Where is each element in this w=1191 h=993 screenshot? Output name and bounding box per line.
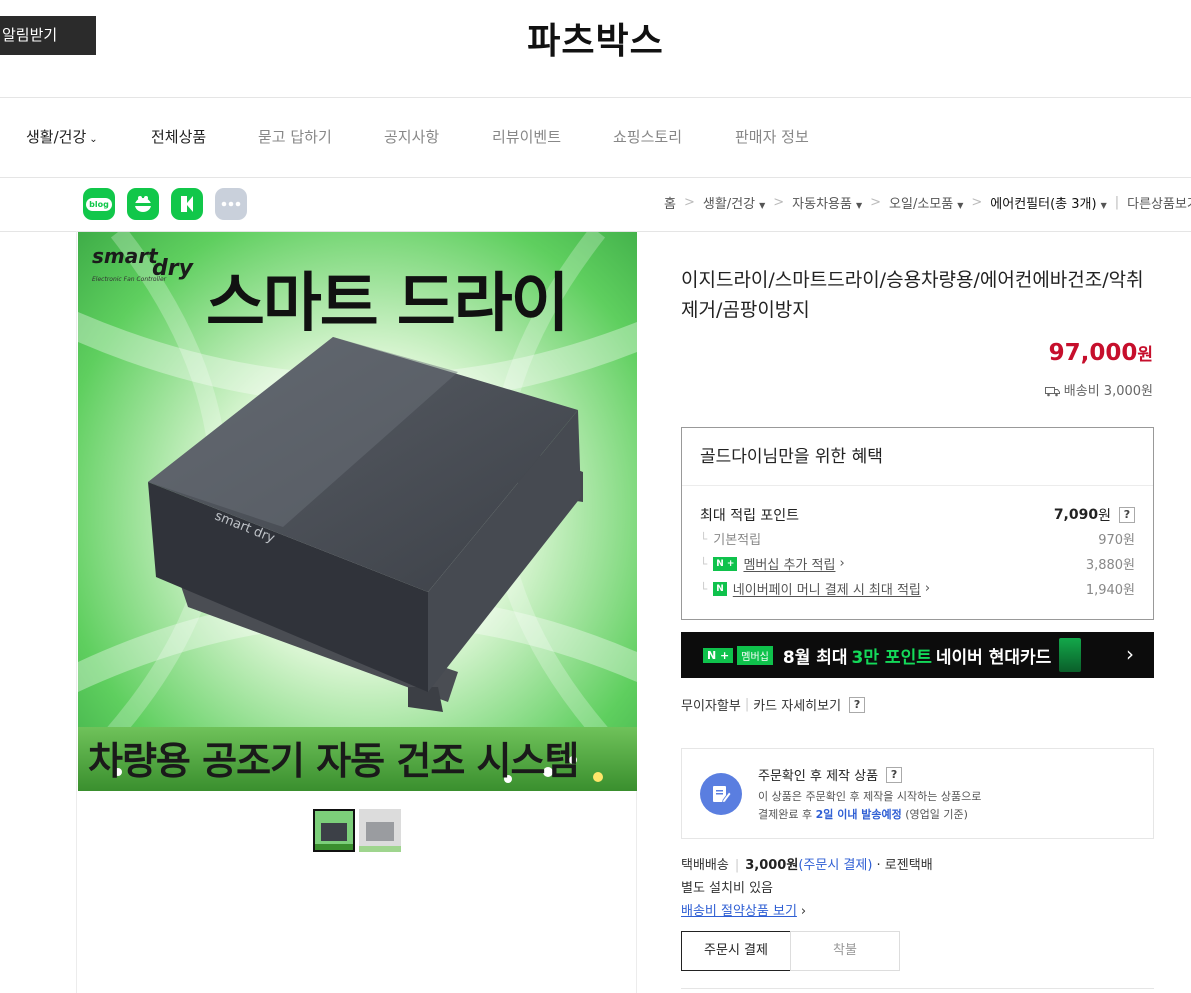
install-note: 별도 설치비 있음 xyxy=(681,881,773,896)
banner-highlight: 3만 포인트 xyxy=(851,647,932,668)
cafe-icon xyxy=(135,196,151,212)
blog-share-button[interactable]: blog xyxy=(83,188,115,220)
chevron-right-icon: › xyxy=(800,904,807,919)
product-title: 이지드라이/스마트드라이/승용차량용/에어컨에바건조/악취제거/곰팡이방지 xyxy=(681,269,1144,321)
truck-icon xyxy=(1044,387,1060,397)
nav-item-notice[interactable]: 공지사항 xyxy=(384,98,439,177)
membership-points-row: └ N + 멤버십 추가 적립 › 3,880원 xyxy=(700,554,1135,573)
help-icon[interactable]: ? xyxy=(1119,507,1135,523)
basic-points-value: 970원 xyxy=(1098,533,1135,548)
nav-item-shopping-story[interactable]: 쇼핑스토리 xyxy=(613,98,682,177)
membership-points-value: 3,880원 xyxy=(1085,558,1135,573)
shipping-info: 택배배송 | 3,000원(주문시 결제) · 로젠택배 별도 설치비 있음 배송비… xyxy=(681,854,933,923)
naver-pay-badge: N xyxy=(713,581,727,596)
made-to-order-notice: 주문확인 후 제작 상품? 이 상품은 주문확인 후 제작을 시작하는 상품으로… xyxy=(681,748,1154,839)
shipping-fee: 배송비 3,000원 xyxy=(1044,380,1153,399)
nav-item-health[interactable]: 생활/건강 ⌄ xyxy=(26,98,98,177)
thumbnail-1[interactable] xyxy=(313,809,355,852)
image-logo-sub: Electronic Fan Controller xyxy=(92,276,167,283)
banner-text-1: 8월 최대 xyxy=(782,647,848,668)
order-notice-title: 주문확인 후 제작 상품? xyxy=(758,765,903,784)
nav-item-review-event[interactable]: 리뷰이벤트 xyxy=(492,98,561,177)
installment-label: 무이자할부 xyxy=(681,699,741,714)
breadcrumb-other-products[interactable]: 다른상품보기 xyxy=(1127,193,1191,212)
breadcrumb: 홈 > 생활/건강 ▼ > 자동차용품 ▼ > 오일/소모품 ▼ > 에어컨필터(총 3개) ▼… xyxy=(664,193,1191,212)
order-notice-line2: 결제완료 후 2일 이내 발송예정 (영업일 기준) xyxy=(758,808,968,821)
breadcrumb-level2[interactable]: 자동차용품 ▼ xyxy=(792,193,862,212)
section-divider xyxy=(681,988,1154,989)
tab-prepaid-shipping[interactable]: 주문시 결제 xyxy=(681,931,791,971)
help-icon[interactable]: ? xyxy=(849,696,866,713)
basic-points-row: └ 기본적립 970원 xyxy=(700,529,1135,549)
installment-row: 무이자할부 | 카드 자세히보기 ? xyxy=(681,695,866,714)
chevron-right-icon: › xyxy=(839,556,845,571)
help-icon[interactable]: ? xyxy=(886,766,903,783)
max-points-label: 최대 적립 포인트 xyxy=(700,508,800,524)
store-name[interactable]: 파츠박스 xyxy=(0,12,1191,64)
nav-item-qna[interactable]: 묻고 답하기 xyxy=(258,98,332,177)
shipping-fee-note: (주문시 결제) xyxy=(798,858,873,873)
product-main-image[interactable]: smart dry Electronic Fan Controller 스마트 … xyxy=(78,232,637,791)
breadcrumb-level3[interactable]: 오일/소모품 ▼ xyxy=(889,193,963,212)
banner-text-2: 네이버 현대카드 xyxy=(935,647,1052,668)
tab-cod-shipping[interactable]: 착불 xyxy=(790,931,900,971)
image-headline: 스마트 드라이 xyxy=(206,267,570,341)
breadcrumb-current[interactable]: 에어컨필터(총 3개) ▼ xyxy=(990,193,1106,212)
card-promo-banner[interactable]: N + 멤버십 8월 최대 3만 포인트 네이버 현대카드 › xyxy=(681,632,1154,678)
band-icon xyxy=(181,196,193,212)
breadcrumb-level1[interactable]: 생활/건강 ▼ xyxy=(703,193,765,212)
npay-points-row: └ N 네이버페이 머니 결제 시 최대 적립 › 1,940원 xyxy=(700,579,1135,598)
credit-card-icon xyxy=(1059,638,1082,672)
chevron-right-icon: › xyxy=(924,581,931,596)
nav-item-seller-info[interactable]: 판매자 정보 xyxy=(735,98,809,177)
more-icon xyxy=(221,201,241,207)
chevron-down-icon: ⌄ xyxy=(89,134,98,145)
band-share-button[interactable] xyxy=(171,188,203,220)
membership-badge: 멤버십 xyxy=(737,645,773,665)
order-notice-line1: 이 상품은 주문확인 후 제작을 시작하는 상품으로 xyxy=(758,790,982,803)
nav-item-all-products[interactable]: 전체상품 xyxy=(151,98,206,177)
image-panel: smart dry Electronic Fan Controller 스마트 … xyxy=(76,231,637,993)
courier-name: · 로젠택배 xyxy=(876,858,933,873)
max-points-value: 7,090 xyxy=(1053,507,1099,523)
chevron-right-icon: › xyxy=(1126,642,1134,666)
shipping-saving-row: 배송비 절약상품 보기 › xyxy=(681,900,933,923)
shipping-method-row: 택배배송 | 3,000원(주문시 결제) · 로젠택배 xyxy=(681,858,933,873)
max-points-unit: 원 xyxy=(1098,508,1111,524)
npay-points-value: 1,940원 xyxy=(1085,583,1135,598)
benefit-title: 골드다이님만을 위한 혜택 xyxy=(682,428,1153,486)
more-share-button[interactable] xyxy=(215,188,247,220)
thumbnail-2[interactable] xyxy=(359,809,401,852)
category-nav: 생활/건강 ⌄ 전체상품 묻고 답하기 공지사항 리뷰이벤트 쇼핑스토리 판매자 … xyxy=(0,98,1191,178)
cafe-share-button[interactable] xyxy=(127,188,159,220)
shipping-fee-amount: 3,000원 xyxy=(745,858,799,873)
breadcrumb-home[interactable]: 홈 xyxy=(664,193,676,212)
naver-plus-badge: N + xyxy=(713,556,738,571)
image-caption: 차량용 공조기 자동 건조 시스템 xyxy=(88,739,579,783)
benefit-box: 골드다이님만을 위한 혜택 최대 적립 포인트 7,090 원? └ 기본적립 97… xyxy=(681,427,1154,620)
naver-plus-badge: N + xyxy=(703,647,734,663)
image-logo-line1: smart xyxy=(92,244,158,268)
membership-points-link[interactable]: 멤버십 추가 적립 xyxy=(743,554,835,573)
card-details-link[interactable]: 카드 자세히보기 xyxy=(753,695,841,714)
shipping-saving-link[interactable]: 배송비 절약상품 보기 xyxy=(681,904,797,919)
basic-points-label: 기본적립 xyxy=(713,533,762,548)
edit-note-icon xyxy=(700,773,742,815)
blog-icon: blog xyxy=(86,197,112,211)
max-points-row: 최대 적립 포인트 7,090 원? xyxy=(700,505,1135,525)
order-notice-desc: 이 상품은 주문확인 후 제작을 시작하는 상품으로 결제완료 후 2일 이내 … xyxy=(758,788,981,824)
npay-points-link[interactable]: 네이버페이 머니 결제 시 최대 적립 xyxy=(733,579,921,598)
product-price: 97,000원 xyxy=(1048,340,1153,366)
nav-item-label: 생활/건강 xyxy=(26,128,87,146)
